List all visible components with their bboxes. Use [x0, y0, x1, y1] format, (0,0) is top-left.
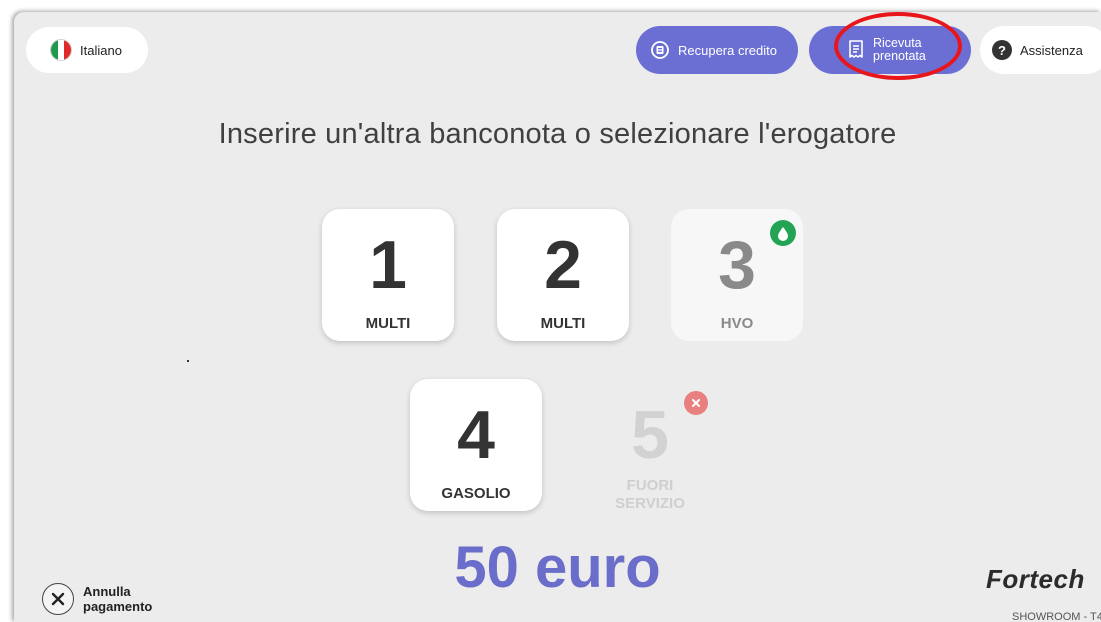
dispenser-fuel: GASOLIO — [441, 485, 511, 502]
language-label: Italiano — [80, 42, 122, 58]
drop-icon — [770, 220, 796, 246]
page-title: Inserire un'altra banconota o selezionar… — [218, 118, 897, 150]
dispenser-number: 2 — [544, 227, 582, 303]
receipt-label-line1: Ricevuta — [873, 36, 922, 50]
close-icon — [42, 583, 74, 615]
dispenser-number: 1 — [369, 227, 407, 303]
dispenser-5-button: 5 FUORI SERVIZIO — [584, 379, 716, 513]
dispenser-1-button[interactable]: 1 MULTI — [322, 209, 454, 341]
brand-logo: Fortech — [986, 564, 1085, 594]
reserved-receipt-label: Ricevuta prenotata — [873, 37, 926, 63]
dispenser-2-button[interactable]: 2 MULTI — [497, 209, 629, 341]
question-mark-icon: ? — [992, 40, 1012, 60]
error-icon — [684, 391, 708, 415]
dispenser-3-button[interactable]: 3 HVO — [671, 209, 803, 341]
kiosk-screen: Italiano Recupera credito Ricevuta preno… — [14, 12, 1101, 622]
dispenser-fuel: MULTI — [365, 315, 411, 332]
dispenser-number: 5 — [631, 397, 669, 473]
screen-speck — [187, 360, 189, 362]
dispenser-number: 4 — [457, 397, 495, 473]
language-selector[interactable]: Italiano — [26, 27, 148, 73]
status-line2: SERVIZIO — [615, 495, 685, 512]
cancel-label-line1: Annulla — [83, 584, 131, 599]
cancel-label-line2: pagamento — [83, 599, 153, 614]
station-label: SHOWROOM - T4 — [1012, 611, 1101, 622]
dispenser-4-button[interactable]: 4 GASOLIO — [410, 379, 542, 511]
help-button[interactable]: ? Assistenza — [980, 26, 1101, 74]
status-line1: FUORI — [626, 477, 674, 494]
italy-flag-icon — [50, 39, 72, 61]
recover-credit-label: Recupera credito — [678, 42, 777, 58]
reserved-receipt-button[interactable]: Ricevuta prenotata — [809, 26, 971, 74]
cancel-payment-button[interactable]: Annulla pagamento — [42, 583, 152, 615]
dispenser-fuel: MULTI — [540, 315, 586, 332]
payment-amount: 50 euro — [454, 535, 661, 600]
receipt-label-line2: prenotata — [873, 49, 926, 63]
dispenser-fuel: HVO — [720, 315, 754, 332]
receipt-icon — [847, 39, 865, 62]
dispenser-status: FUORI SERVIZIO — [615, 477, 685, 513]
help-label: Assistenza — [1020, 42, 1083, 58]
credit-coin-icon — [650, 40, 670, 60]
recover-credit-button[interactable]: Recupera credito — [636, 26, 798, 74]
cancel-payment-label: Annulla pagamento — [83, 584, 152, 614]
dispenser-number: 3 — [718, 227, 756, 303]
